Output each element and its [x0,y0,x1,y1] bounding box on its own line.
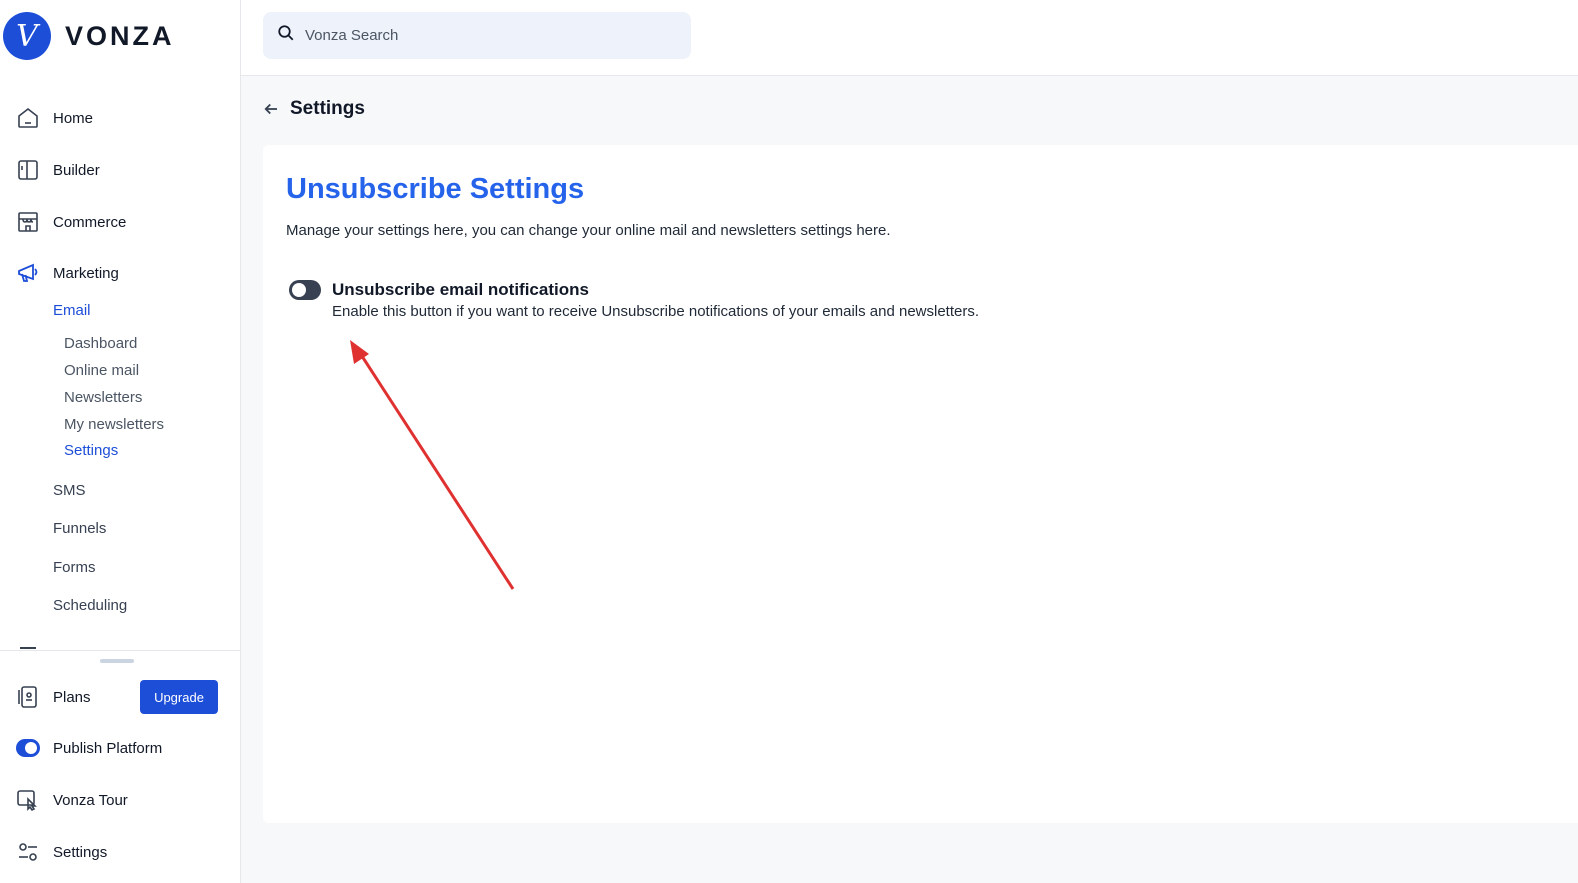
store-icon [16,210,40,234]
sidebar-item-label: Plans [53,688,91,706]
brand-name: VONZA [65,20,175,51]
card-title: Unsubscribe Settings [286,173,585,205]
brand-logo[interactable]: V VONZA [3,12,175,60]
card-description: Manage your settings here, you can chang… [286,222,891,239]
option-description: Enable this button if you want to receiv… [332,303,980,320]
sidebar-item-builder[interactable]: Builder [16,155,100,185]
sidebar-item-plans[interactable]: Plans [16,682,91,712]
sidebar-item-label: Home [53,109,94,127]
sidebar-item-label: Settings [53,843,108,861]
sidebar-item-label: Commerce [53,213,127,231]
search-icon [277,24,295,47]
sidebar-item-label: Marketing [53,264,119,282]
sidebar-item-settings[interactable]: Settings [16,837,107,867]
sidebar: V VONZA Home Builder Commerce Marketing … [0,0,241,883]
back-arrow-icon[interactable] [262,100,280,118]
logo-mark: V [3,12,51,60]
sidebar-sub-dashboard[interactable]: Dashboard [64,335,137,352]
sidebar-sub-email[interactable]: Email [53,302,91,319]
sidebar-item-home[interactable]: Home [16,103,93,133]
sidebar-sub-my-newsletters[interactable]: My newsletters [64,416,164,433]
page-header: Settings [262,98,365,120]
builder-icon [16,158,40,182]
sidebar-sub-sms[interactable]: SMS [53,482,86,499]
toggle-knob [292,283,306,297]
sidebar-sub-forms[interactable]: Forms [53,559,96,576]
upgrade-button[interactable]: Upgrade [140,680,218,714]
sidebar-sub-online-mail[interactable]: Online mail [64,362,139,379]
sidebar-sub-funnels[interactable]: Funnels [53,520,106,537]
cut-off-icon [20,647,36,649]
top-bar [241,0,1578,76]
megaphone-icon [16,261,40,285]
settings-card: Unsubscribe Settings Manage your setting… [263,145,1578,823]
sidebar-bottom-panel: Plans Upgrade Publish Platform Vonza Tou… [0,647,240,883]
sidebar-item-publish-platform[interactable]: Publish Platform [16,733,162,763]
sidebar-item-label: Publish Platform [53,739,163,757]
sidebar-sub-newsletters[interactable]: Newsletters [64,389,142,406]
toggle-on-icon [16,736,40,760]
sliders-icon [16,840,40,864]
sidebar-item-label: Vonza Tour [53,791,128,809]
sidebar-item-commerce[interactable]: Commerce [16,207,126,237]
home-icon [16,106,40,130]
tour-pointer-icon [16,788,40,812]
sidebar-item-label: Builder [53,161,100,179]
unsubscribe-notifications-toggle[interactable] [289,280,321,300]
plans-icon [16,685,40,709]
sidebar-sub-scheduling[interactable]: Scheduling [53,597,127,614]
page-title: Settings [290,98,365,119]
resize-handle[interactable] [100,659,134,663]
search-box[interactable] [263,12,691,59]
option-label: Unsubscribe email notifications [332,280,589,299]
sidebar-sub-settings[interactable]: Settings [64,442,118,459]
search-input[interactable] [305,27,665,44]
sidebar-item-marketing[interactable]: Marketing [16,258,119,288]
sidebar-item-vonza-tour[interactable]: Vonza Tour [16,785,128,815]
